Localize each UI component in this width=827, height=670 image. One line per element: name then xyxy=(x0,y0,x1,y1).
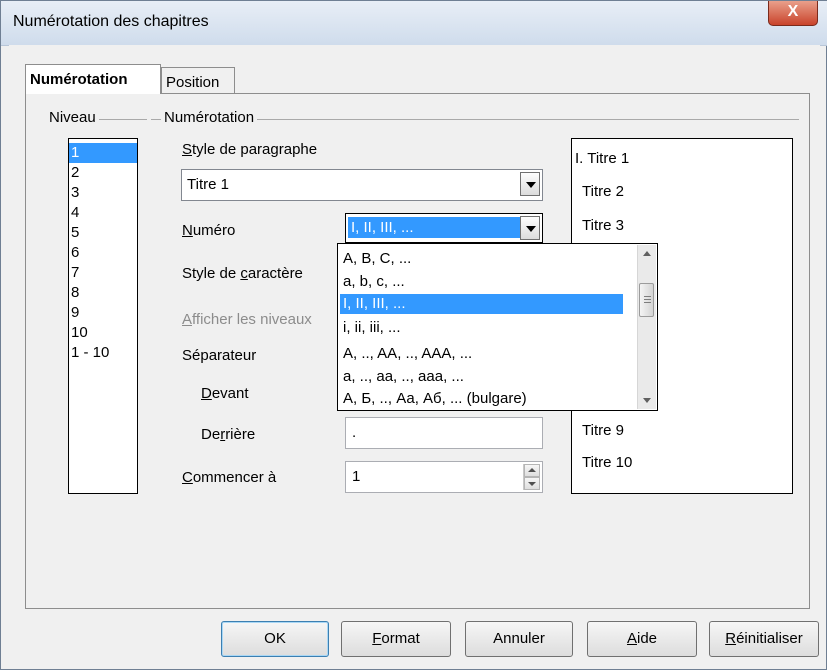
reinitialiser-button[interactable]: Réinitialiser xyxy=(709,621,819,657)
dropdown-option[interactable]: A, .., AA, .., AAA, ... xyxy=(340,344,623,364)
preview-line: I. Titre 1 xyxy=(575,150,630,167)
preview-line: Titre 9 xyxy=(582,422,624,439)
numero-value: I, II, III, ... xyxy=(348,217,520,238)
style-caractere-label-b: aractère xyxy=(247,265,303,282)
numero-label: Numéro xyxy=(182,222,236,239)
annuler-button[interactable]: Annuler xyxy=(465,621,573,657)
scroll-thumb[interactable] xyxy=(639,283,654,317)
list-item[interactable]: 6 xyxy=(69,243,137,263)
ok-button[interactable]: OK xyxy=(221,621,329,657)
dialog-window: Numérotation des chapitres X Numérotatio… xyxy=(0,0,827,670)
aide-button-rest: ide xyxy=(636,630,658,647)
dropdown-option[interactable]: a, b, c, ... xyxy=(340,272,623,292)
chevron-down-icon xyxy=(526,226,536,232)
derriere-input[interactable]: . xyxy=(345,417,543,449)
window-title: Numérotation des chapitres xyxy=(13,13,209,30)
numero-dropdown-list[interactable]: A, B, C, ... a, b, c, ... I, II, III, ..… xyxy=(337,243,658,411)
reinitialiser-button-rest: éinitialiser xyxy=(736,630,803,647)
arrow-up-icon xyxy=(643,251,651,256)
numerotation-legend: Numérotation xyxy=(161,109,258,126)
increment-button[interactable] xyxy=(524,464,540,477)
grip-icon xyxy=(644,302,651,303)
close-button[interactable]: X xyxy=(768,1,818,26)
tab-numerotation[interactable]: Numérotation xyxy=(25,64,161,94)
scroll-up-button[interactable] xyxy=(638,245,656,263)
devant-label-rest: evant xyxy=(211,385,249,402)
separateur-label: Séparateur xyxy=(182,347,257,364)
style-paragraphe-value: Titre 1 xyxy=(187,176,229,193)
niveau-legend: Niveau xyxy=(46,109,99,126)
commencer-stepper[interactable]: 1 xyxy=(345,461,543,493)
preview-line: Titre 2 xyxy=(582,183,624,200)
format-button-rest: ormat xyxy=(381,630,420,647)
dropdown-button[interactable] xyxy=(520,216,540,240)
arrow-down-icon xyxy=(643,398,651,403)
afficher-niveaux-label: Afficher les niveaux xyxy=(182,311,312,328)
style-paragraphe-select[interactable]: Titre 1 xyxy=(181,169,543,201)
scroll-down-button[interactable] xyxy=(638,391,656,409)
dropdown-button[interactable] xyxy=(520,172,540,196)
commencer-label-rest: ommencer à xyxy=(192,469,277,486)
stepper-buttons[interactable] xyxy=(523,464,540,490)
list-item[interactable]: 10 xyxy=(69,323,137,343)
numero-label-rest: uméro xyxy=(192,222,236,239)
commencer-value: 1 xyxy=(352,468,361,485)
dropdown-option[interactable]: i, ii, iii, ... xyxy=(340,318,623,338)
style-caractere-label: Style de caractère xyxy=(182,265,303,282)
devant-label: Devant xyxy=(201,385,249,402)
list-item[interactable]: 8 xyxy=(69,283,137,303)
dropdown-option[interactable]: А, Б, .., Аа, Аб, ... (bulgare) xyxy=(340,389,623,409)
arrow-down-icon xyxy=(528,482,536,486)
commencer-label: Commencer à xyxy=(182,469,277,486)
grip-icon xyxy=(644,296,651,297)
tab-position[interactable]: Position xyxy=(161,67,235,93)
dropdown-option[interactable]: a, .., aa, .., aaa, ... xyxy=(340,367,623,387)
list-item[interactable]: 4 xyxy=(69,203,137,223)
style-caractere-label-a: Style de xyxy=(182,265,241,282)
derriere-label-a: De xyxy=(201,426,221,443)
preview-line: Titre 10 xyxy=(582,454,633,471)
title-bar[interactable]: Numérotation des chapitres X xyxy=(1,1,827,46)
niveau-listbox[interactable]: 1 2 3 4 5 6 7 8 9 10 1 - 10 xyxy=(68,138,138,494)
chevron-down-icon xyxy=(526,182,536,188)
dropdown-option[interactable]: A, B, C, ... xyxy=(340,249,623,269)
aide-button[interactable]: Aide xyxy=(587,621,697,657)
afficher-niveaux-label-rest: fficher les niveaux xyxy=(192,311,312,328)
derriere-label: Derrière xyxy=(201,426,256,443)
grip-icon xyxy=(644,299,651,300)
decrement-button[interactable] xyxy=(524,477,540,490)
derriere-label-b: rière xyxy=(225,426,256,443)
preview-line: Titre 3 xyxy=(582,217,624,234)
numero-select[interactable]: I, II, III, ... xyxy=(345,213,543,243)
list-item[interactable]: 7 xyxy=(69,263,137,283)
list-item[interactable]: 9 xyxy=(69,303,137,323)
style-paragraphe-label: Style de paragraphe xyxy=(182,141,318,158)
list-item[interactable]: 5 xyxy=(69,223,137,243)
style-paragraphe-label-rest: tyle de paragraphe xyxy=(192,141,318,158)
list-item[interactable]: 1 - 10 xyxy=(69,343,137,363)
dropdown-scrollbar[interactable] xyxy=(637,245,656,409)
format-button[interactable]: Format xyxy=(341,621,451,657)
list-item[interactable]: 1 xyxy=(69,143,137,163)
derriere-value: . xyxy=(352,424,357,441)
dropdown-option-selected[interactable]: I, II, III, ... xyxy=(340,294,623,314)
list-item[interactable]: 2 xyxy=(69,163,137,183)
arrow-up-icon xyxy=(528,468,536,472)
list-item[interactable]: 3 xyxy=(69,183,137,203)
close-icon: X xyxy=(787,3,799,20)
